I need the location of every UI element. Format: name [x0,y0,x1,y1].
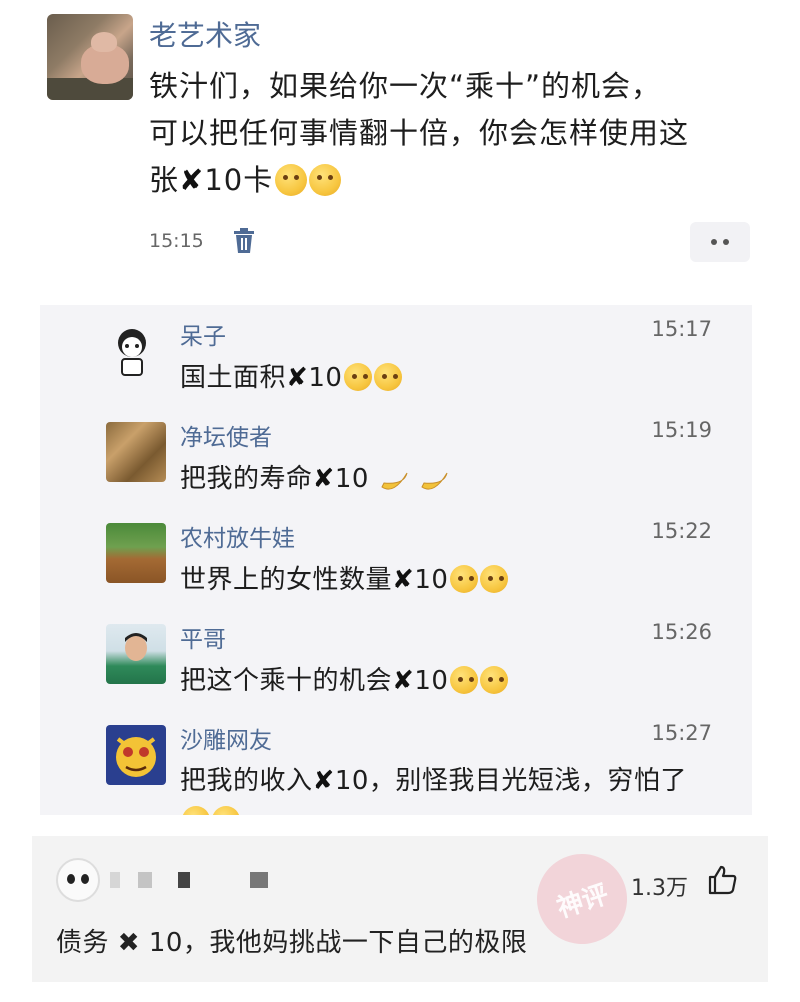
post-text-line-3: 张✘10卡 [149,157,749,204]
comment-time: 15:22 [651,519,712,543]
comment-item: 净坛使者 15:19 把我的寿命✘10 [40,406,752,506]
comment-text: 国土面积✘10 [180,357,403,394]
commenter-avatar[interactable] [106,422,166,482]
banana-emoji-icon [381,472,408,490]
comment-item: 沙雕网友 15:27 把我的收入✘10，别怪我目光短浅，穷怕了 [40,709,752,815]
trash-icon[interactable] [233,228,255,254]
smile-emoji-icon [450,666,479,694]
post-time: 15:15 [149,230,204,252]
watermark-logo: 神评 [525,842,639,956]
comment-item: 农村放牛娃 15:22 世界上的女性数量✘10 [40,507,752,607]
grin-emoji-icon [450,565,479,593]
multiply-icon: ✘ [392,565,415,595]
comment-item: 平哥 15:26 把这个乘十的机会✘10 [40,608,752,708]
multiply-icon: ✘ [312,766,335,796]
commenter-avatar[interactable] [110,327,154,377]
multiply-icon: ✘ [312,464,335,494]
commenter-avatar[interactable] [106,523,166,583]
emoji-icon [309,164,342,196]
banana-emoji-icon [421,472,448,490]
thinking-emoji-icon [344,363,373,391]
thumbs-up-icon[interactable] [706,864,738,896]
user-avatar[interactable] [56,858,100,902]
commenter-name[interactable]: 平哥 [180,620,226,654]
post-author-name[interactable]: 老艺术家 [149,14,261,54]
commenter-avatar[interactable] [106,624,166,684]
multiply-icon: ✘ [286,363,309,393]
commenter-avatar[interactable] [106,725,166,785]
post: 老艺术家 铁汁们，如果给你一次“乘十”的机会， 可以把任何事情翻十倍，你会怎样使… [0,0,800,300]
like-count: 1.3万 [631,876,688,901]
redacted-username [178,872,190,888]
commenter-name[interactable]: 净坛使者 [180,418,272,452]
post-text-line-1: 铁汁们，如果给你一次“乘十”的机会， [149,69,662,103]
redacted-username [110,872,120,888]
commenter-name[interactable]: 沙雕网友 [180,721,272,755]
comment-text: 把我的寿命✘10 [180,458,450,495]
grin-emoji-icon [182,806,210,815]
multiply-icon: ✘ [392,666,415,696]
commenter-name[interactable]: 呆子 [180,317,226,351]
comment-item: 呆子 15:17 国土面积✘10 [40,305,752,405]
post-text-line-2: 可以把任何事情翻十倍，你会怎样使用这 [149,116,690,150]
grin-emoji-icon [480,565,509,593]
emoji-icon [275,164,308,196]
comment-time: 15:19 [651,418,712,442]
comment-time: 15:26 [651,620,712,644]
author-avatar[interactable] [47,14,133,100]
more-options-button[interactable] [690,222,750,262]
comment-text: 世界上的女性数量✘10 [180,559,509,596]
post-text-suffix: 10卡 [204,163,274,197]
top-comment-card: 神评 1.3万 债务 ✖ 10，我他妈挑战一下自己的极限 [32,836,768,982]
smile-emoji-icon [480,666,509,694]
commenter-name[interactable]: 农村放牛娃 [180,519,295,553]
post-text: 铁汁们，如果给你一次“乘十”的机会， 可以把任何事情翻十倍，你会怎样使用这 张✘… [149,63,749,204]
redacted-username [250,872,268,888]
comments-panel: 呆子 15:17 国土面积✘10 净坛使者 15:19 把我的寿命✘10 农村放… [40,305,752,815]
dot-icon [723,239,729,245]
multiply-icon: ✘ [179,163,205,197]
grin-emoji-icon [212,806,240,815]
comment-text: 把我的收入✘10，别怪我目光短浅，穷怕了 [180,761,740,815]
top-comment-text: 债务 ✖ 10，我他妈挑战一下自己的极限 [56,928,528,958]
comment-text: 把这个乘十的机会✘10 [180,660,509,697]
redacted-username [138,872,152,888]
comment-time: 15:17 [651,317,712,341]
post-text-prefix: 张 [149,163,180,197]
dot-icon [711,239,717,245]
thinking-emoji-icon [374,363,403,391]
comment-time: 15:27 [651,721,712,745]
